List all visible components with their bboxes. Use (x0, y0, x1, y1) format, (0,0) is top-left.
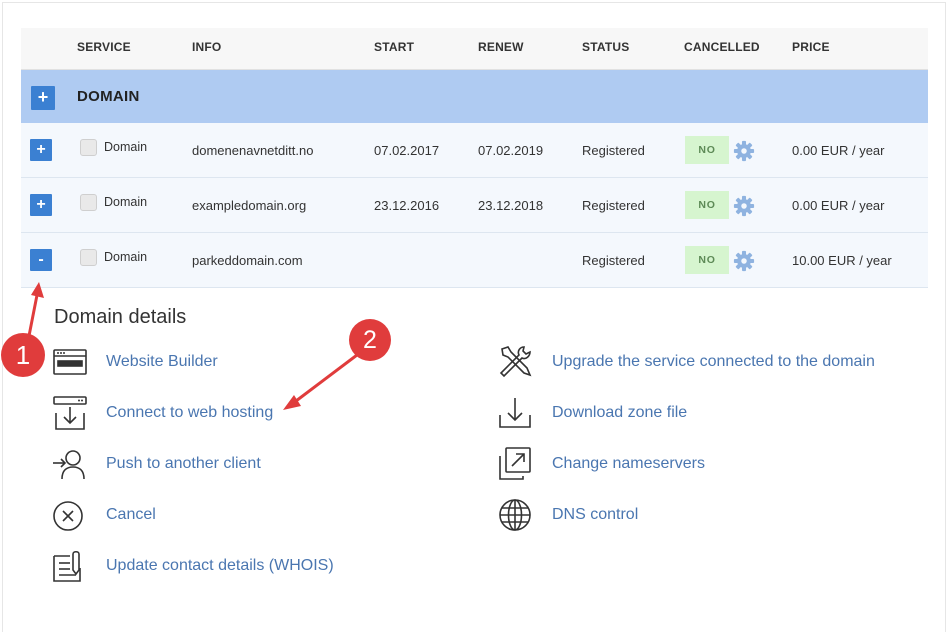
annotation-arrows (26, 282, 359, 410)
annotation-marker-2: 2 (349, 319, 391, 361)
annotation-marker-1: 1 (1, 333, 45, 377)
